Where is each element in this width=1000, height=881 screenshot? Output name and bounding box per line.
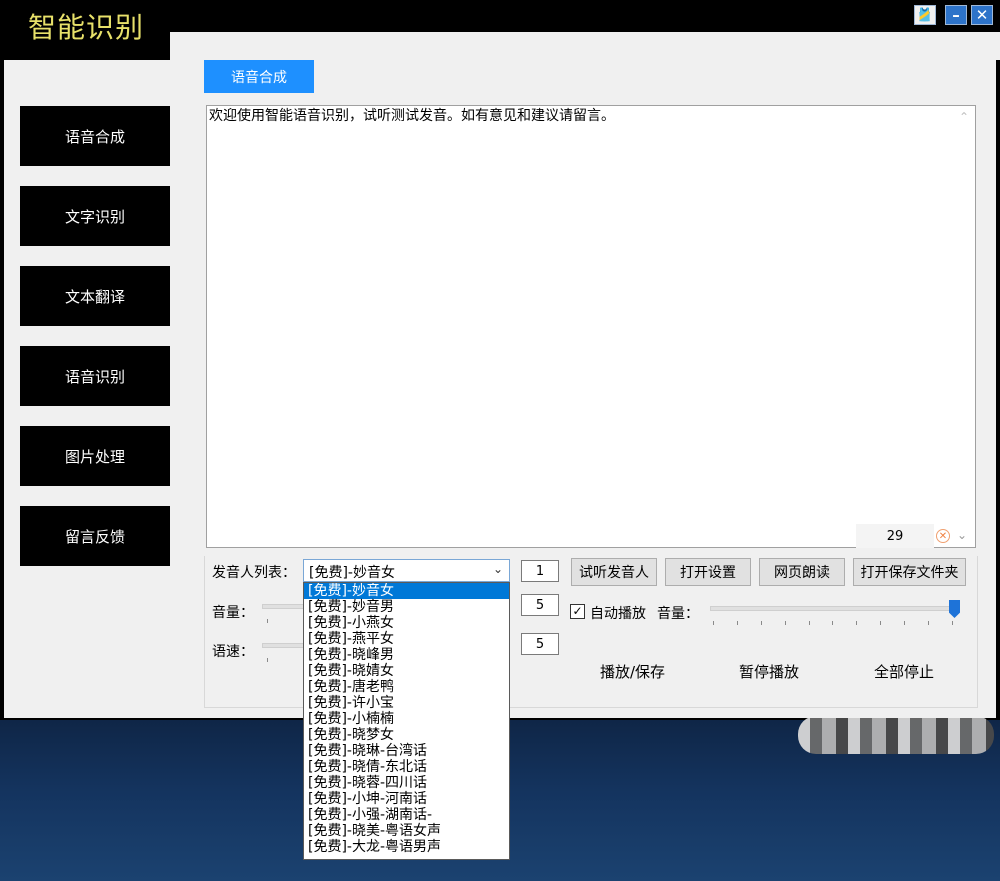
- chevron-down-icon[interactable]: ⌄: [493, 562, 503, 576]
- dropdown-item[interactable]: [免费]-小燕女: [304, 615, 509, 631]
- close-button[interactable]: ✕: [971, 5, 993, 25]
- dropdown-item[interactable]: [免费]-小强-湖南话-: [304, 807, 509, 823]
- open-settings-button[interactable]: 打开设置: [665, 558, 751, 586]
- dropdown-item[interactable]: [免费]-小楠楠: [304, 711, 509, 727]
- play-save-button[interactable]: 播放/保存: [600, 661, 665, 682]
- title-bar-tab-area: [170, 32, 1000, 60]
- pause-button[interactable]: 暂停播放: [739, 661, 799, 682]
- dropdown-item[interactable]: [免费]-晓倩-东北话: [304, 759, 509, 775]
- speaker-select[interactable]: [免费]-妙音女 ⌄: [303, 559, 510, 582]
- sidebar-item-feedback[interactable]: 留言反馈: [20, 506, 170, 566]
- char-count: 29: [856, 524, 934, 548]
- dropdown-item[interactable]: [免费]-晓婧女: [304, 663, 509, 679]
- sidebar-item-text-recognition[interactable]: 文字识别: [20, 186, 170, 246]
- scroll-up-icon[interactable]: ⌃: [959, 110, 969, 124]
- clear-icon[interactable]: ✕: [936, 529, 950, 543]
- dropdown-item[interactable]: [免费]-晓峰男: [304, 647, 509, 663]
- auto-play-label: 自动播放: [590, 606, 646, 622]
- dropdown-item[interactable]: [免费]-许小宝: [304, 695, 509, 711]
- volume2-label: 音量：: [657, 606, 699, 622]
- speed-slider-ticks: [267, 658, 297, 662]
- dropdown-item[interactable]: [免费]-唐老鸭: [304, 679, 509, 695]
- dropdown-item[interactable]: [免费]-小坤-河南话: [304, 791, 509, 807]
- dropdown-item[interactable]: [免费]-晓琳-台湾话: [304, 743, 509, 759]
- scroll-down-icon[interactable]: ⌄: [957, 528, 967, 542]
- volume-label: 音量：: [212, 605, 254, 621]
- dropdown-item[interactable]: [免费]-晓美-粤语女声: [304, 823, 509, 839]
- speaker-selected-value: [免费]-妙音女: [309, 565, 395, 581]
- stop-all-button[interactable]: 全部停止: [874, 661, 934, 682]
- volume-slider-ticks: [267, 619, 297, 623]
- sidebar-item-image-processing[interactable]: 图片处理: [20, 426, 170, 486]
- text-content[interactable]: 欢迎使用智能语音识别，试听测试发音。如有意见和建议请留言。: [209, 107, 615, 125]
- speed-slider-track[interactable]: [262, 643, 304, 648]
- tab-speech-synthesis[interactable]: 语音合成: [204, 60, 314, 93]
- speaker-count-field[interactable]: 1: [521, 560, 559, 582]
- text-input-area[interactable]: 欢迎使用智能语音识别，试听测试发音。如有意见和建议请留言。 ⌃: [206, 105, 976, 548]
- speed-label: 语速：: [212, 644, 254, 660]
- volume-slider-track[interactable]: [262, 604, 304, 609]
- sidebar-item-speech-recognition[interactable]: 语音识别: [20, 346, 170, 406]
- speaker-list-label: 发音人列表：: [212, 565, 296, 581]
- dropdown-item[interactable]: [免费]-妙音女: [304, 583, 509, 599]
- minimize-button[interactable]: –: [945, 5, 967, 25]
- web-read-button[interactable]: 网页朗读: [759, 558, 845, 586]
- volume-value-field[interactable]: 5: [521, 594, 559, 616]
- volume2-slider-track[interactable]: [710, 606, 957, 611]
- app-title: 智能识别: [28, 11, 145, 44]
- dropdown-item[interactable]: [免费]-晓蓉-四川话: [304, 775, 509, 791]
- volume2-slider-ticks: [713, 621, 953, 625]
- dropdown-item[interactable]: [免费]-妙音男: [304, 599, 509, 615]
- auto-play-checkbox[interactable]: ✓: [570, 604, 585, 619]
- dropdown-item[interactable]: [免费]-燕平女: [304, 631, 509, 647]
- dropdown-item[interactable]: [免费]-晓梦女: [304, 727, 509, 743]
- sidebar-item-text-translation[interactable]: 文本翻译: [20, 266, 170, 326]
- sidebar-item-speech-synthesis[interactable]: 语音合成: [20, 106, 170, 166]
- dropdown-item[interactable]: [免费]-大龙-粤语男声: [304, 839, 509, 855]
- speed-value-field[interactable]: 5: [521, 633, 559, 655]
- open-save-folder-button[interactable]: 打开保存文件夹: [853, 558, 966, 586]
- blurred-region: [798, 716, 994, 754]
- preview-speaker-button[interactable]: 试听发音人: [571, 558, 657, 586]
- speaker-dropdown-list[interactable]: [免费]-妙音女 [免费]-妙音男 [免费]-小燕女 [免费]-燕平女 [免费]-晓峰男…: [303, 582, 510, 860]
- title-bar: [0, 0, 1000, 32]
- skin-icon[interactable]: 🎽: [914, 5, 936, 25]
